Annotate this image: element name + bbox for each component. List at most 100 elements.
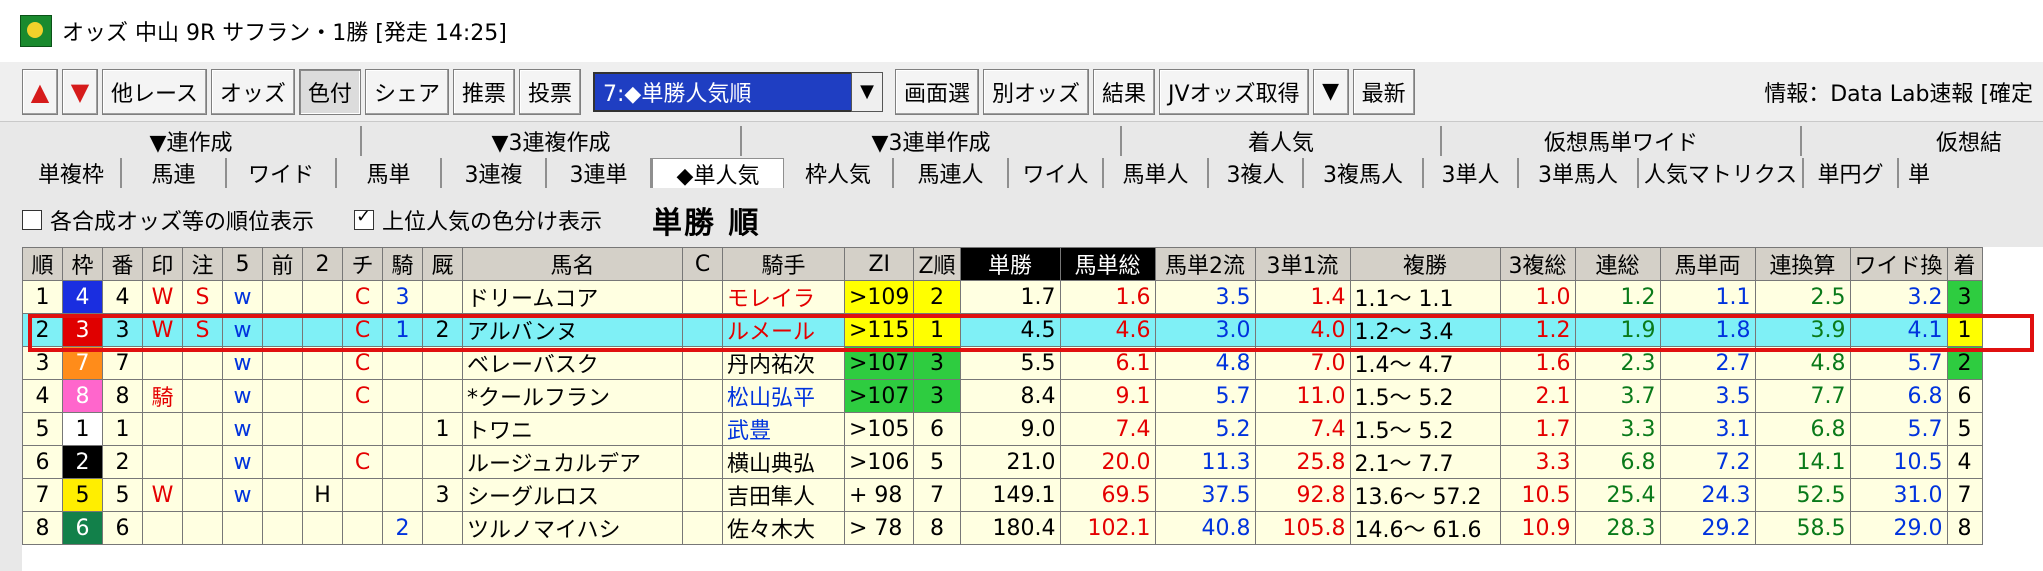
tab-3rentan[interactable]: 3連単 <box>547 158 652 188</box>
cell-stable <box>422 280 463 314</box>
cell-wide-conv: 3.2 <box>1849 280 1948 314</box>
col-place[interactable]: 複勝 <box>1349 247 1501 281</box>
tab-umatan[interactable]: 馬単 <box>337 158 442 188</box>
table-row[interactable]: 3 7 7 w C ベレーバスク 丹内祐次 >107 3 5.5 6.1 4.8 7.0 1.4～ 4.7… <box>22 346 1983 380</box>
up-arrow-button[interactable]: ▲ <box>22 68 58 115</box>
table-row[interactable]: 6 2 2 w C ルージュカルデア 横山典弘 >106 5 21.0 20.0 11.3 25.8 2.… <box>22 445 1983 479</box>
odds-button[interactable]: オッズ <box>210 68 295 115</box>
tab-umaren-ninki[interactable]: 馬連人 <box>894 158 1009 188</box>
cell-place: 1.5～ 5.2 <box>1349 412 1501 446</box>
tab-3tan-ninki[interactable]: 3単人 <box>1424 158 1519 188</box>
tab-more[interactable]: 単 <box>1899 158 1939 188</box>
tab-tanpuku-waku[interactable]: 単複枠 <box>22 158 122 188</box>
color-split-checkbox[interactable] <box>354 206 375 230</box>
col-stable[interactable]: 厩 <box>422 247 463 281</box>
chevron-down-icon: ▼ <box>1322 79 1340 104</box>
col-2[interactable]: 2 <box>302 247 343 281</box>
view-select[interactable]: 7:◆単勝人気順 ▼ <box>592 71 883 112</box>
col-3puku-total[interactable]: 3複総 <box>1499 247 1576 281</box>
cell-waku: 6 <box>62 511 103 545</box>
tab-3rentan-create[interactable]: ▼3連単作成 <box>742 126 1122 156</box>
rank-display-checkbox[interactable] <box>22 210 42 230</box>
tab-wide[interactable]: ワイド <box>227 158 337 188</box>
tab-tan-ninki[interactable]: ◆単人気 <box>652 158 784 189</box>
result-button[interactable]: 結果 <box>1093 68 1156 115</box>
tab-waku-ninki[interactable]: 枠人気 <box>784 158 894 188</box>
tab-3puku-uma-ninki[interactable]: 3複馬人 <box>1304 158 1424 188</box>
tab-ninki-matrix[interactable]: 人気マトリクス <box>1639 158 1804 188</box>
col-c[interactable]: C <box>682 247 723 281</box>
other-race-button[interactable]: 他レース <box>102 68 207 115</box>
tab-3renpuku[interactable]: 3連複 <box>442 158 547 188</box>
share-button[interactable]: シェア <box>364 68 449 115</box>
tab-3renpuku-create[interactable]: ▼3連複作成 <box>362 126 742 156</box>
cell-stable: 1 <box>422 412 463 446</box>
cell-umatan-total: 20.0 <box>1059 445 1156 479</box>
col-rank[interactable]: 順 <box>22 247 63 281</box>
cell-zi: > 78 <box>843 511 915 545</box>
col-prev[interactable]: 前 <box>262 247 303 281</box>
tab-umatan-ninki[interactable]: 馬単人 <box>1104 158 1209 188</box>
chevron-down-icon[interactable]: ▼ <box>850 71 883 112</box>
table-row[interactable]: 8 6 6 2 ツルノマイハシ 佐々木大 > 78 8 180.4 102.1 40.8 105.8 1… <box>22 511 1983 545</box>
cell-chi: C <box>342 313 383 347</box>
table-row[interactable]: 4 8 8 騎 w C *クールフラン 松山弘平 >107 3 8.4 9.1 5.7 11.0 1.5～ … <box>22 379 1983 413</box>
col-5[interactable]: 5 <box>222 247 263 281</box>
recommend-button[interactable]: 推票 <box>452 68 515 115</box>
color-button[interactable]: 色付 <box>298 68 361 115</box>
tab-tan-en-graph[interactable]: 単円グ <box>1804 158 1899 188</box>
col-z-rank[interactable]: Z順 <box>913 247 961 281</box>
tab-virtual-umatan-wide[interactable]: 仮想馬単ワイド <box>1442 126 1802 156</box>
latest-button[interactable]: 最新 <box>1352 68 1415 115</box>
col-win[interactable]: 単勝 <box>959 247 1061 281</box>
table-row[interactable]: 2 3 3 W Sw C 1 2 アルバンヌ ルメール >115 1 4.5 4.6 3.0 4.0 1.2～ … <box>22 313 1983 347</box>
col-umatan-total[interactable]: 馬単総 <box>1059 247 1156 281</box>
tab-ren-create[interactable]: ▼連作成 <box>22 126 362 156</box>
cell-jockey: 佐々木大 <box>722 511 845 545</box>
col-jockey-mark[interactable]: 騎 <box>382 247 423 281</box>
jv-odds-dropdown-button[interactable]: ▼ <box>1312 68 1349 115</box>
cell-jockey-mark <box>382 478 423 512</box>
col-ren-total[interactable]: 連総 <box>1574 247 1661 281</box>
col-umatan-2[interactable]: 馬単2流 <box>1154 247 1256 281</box>
vote-button[interactable]: 投票 <box>518 68 581 115</box>
col-mark[interactable]: 印 <box>142 247 183 281</box>
col-horse-name[interactable]: 馬名 <box>462 247 683 281</box>
col-chi[interactable]: チ <box>342 247 383 281</box>
table-row[interactable]: 7 5 5 Ww H 3 シーグルロス 吉田隼人 + 98 7 149.1 69.5 37.5 92.8 1… <box>22 478 1983 512</box>
col-note[interactable]: 注 <box>182 247 223 281</box>
cell-umatan-2: 3.5 <box>1154 280 1256 314</box>
col-finish[interactable]: 着 <box>1946 247 1983 281</box>
cell-mark: W <box>142 280 183 314</box>
screen-select-button[interactable]: 画面選 <box>894 68 979 115</box>
tab-3tan-uma-ninki[interactable]: 3単馬人 <box>1519 158 1639 188</box>
tab-3puku-ninki[interactable]: 3複人 <box>1209 158 1304 188</box>
cell-mark: W <box>142 313 183 347</box>
other-odds-button[interactable]: 別オッズ <box>983 68 1090 115</box>
cell-3puku-total: 1.0 <box>1499 280 1576 314</box>
col-wide-conv[interactable]: ワイド換 <box>1849 247 1948 281</box>
col-zi[interactable]: ZI <box>843 247 915 281</box>
cell-prev <box>262 313 303 347</box>
cell-3tan-1: 11.0 <box>1254 379 1351 413</box>
tab-virtual-result[interactable]: 仮想結 <box>1802 126 2002 156</box>
table-row[interactable]: 5 1 1 w 1 トワニ 武豊 >105 6 9.0 7.4 5.2 7.4 1.5～ 5.2 1.7 3.… <box>22 412 1983 446</box>
col-jockey[interactable]: 騎手 <box>722 247 845 281</box>
cell-3tan-1: 92.8 <box>1254 478 1351 512</box>
cell-f2 <box>302 346 343 380</box>
tab-umaren[interactable]: 馬連 <box>122 158 227 188</box>
table-body: 1 4 4 W Sw C 3 ドリームコア モレイラ >109 2 1.7 1.6 3.5 1.4 1.1～ … <box>22 280 1983 545</box>
col-ren-conv[interactable]: 連換算 <box>1754 247 1851 281</box>
table-row[interactable]: 1 4 4 W Sw C 3 ドリームコア モレイラ >109 2 1.7 1.6 3.5 1.4 1.1～ … <box>22 280 1983 314</box>
cell-umatan-2: 4.8 <box>1154 346 1256 380</box>
tab-chaku-ninki[interactable]: 着人気 <box>1122 126 1442 156</box>
jv-odds-button[interactable]: JVオッズ取得 <box>1159 68 1309 115</box>
col-3tan-1[interactable]: 3単1流 <box>1254 247 1351 281</box>
tab-wide-ninki[interactable]: ワイ人 <box>1009 158 1104 188</box>
col-umatan-both[interactable]: 馬単両 <box>1659 247 1756 281</box>
col-number[interactable]: 番 <box>102 247 143 281</box>
cell-ren-total: 1.2 <box>1574 280 1661 314</box>
down-arrow-button[interactable]: ▼ <box>62 68 98 115</box>
cell-chi <box>342 412 383 446</box>
col-waku[interactable]: 枠 <box>62 247 103 281</box>
